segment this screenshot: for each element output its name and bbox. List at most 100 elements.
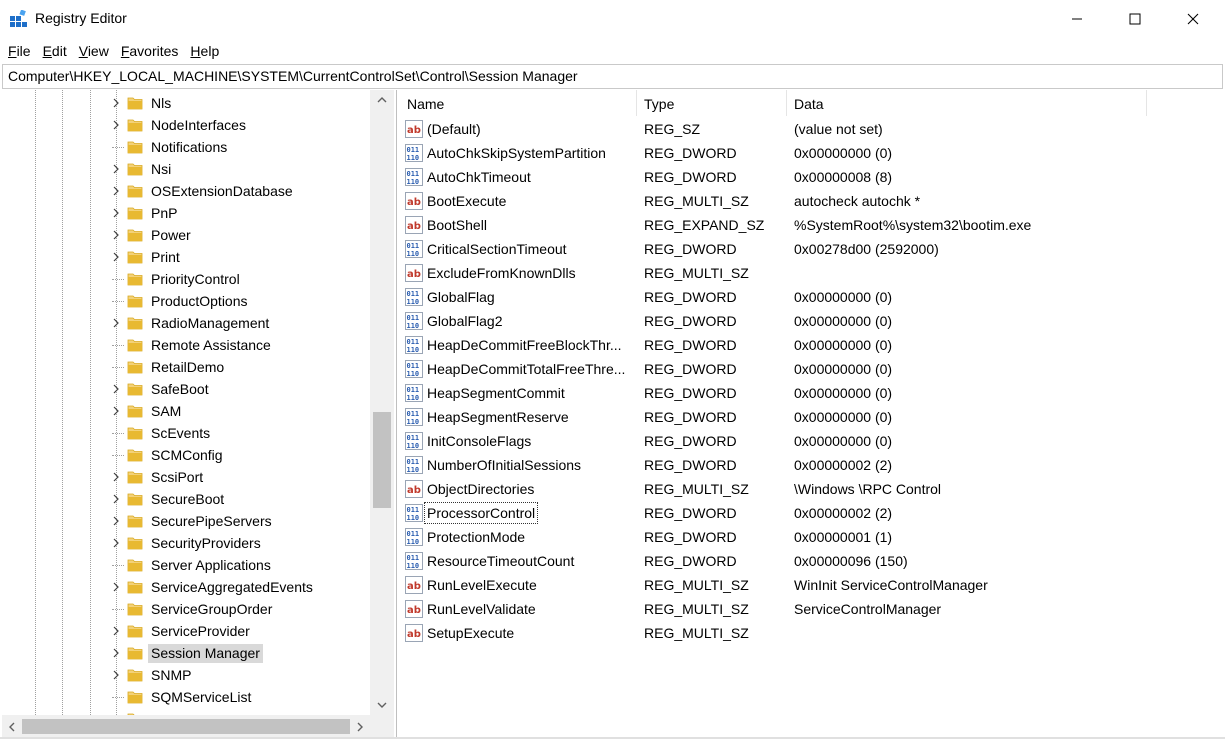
- tree-item[interactable]: ServiceGroupOrder: [2, 598, 370, 620]
- value-row[interactable]: ab (Default) REG_SZ (value not set): [400, 117, 1223, 141]
- maximize-button[interactable]: [1106, 0, 1164, 38]
- tree-item[interactable]: SecurePipeServers: [2, 510, 370, 532]
- tree-item[interactable]: ServiceAggregatedEvents: [2, 576, 370, 598]
- value-row[interactable]: 011 110 GlobalFlag REG_DWORD 0x00000000 (0): [400, 285, 1223, 309]
- expand-chevron-icon[interactable]: [110, 515, 122, 527]
- value-row[interactable]: 011 110 HeapSegmentCommit REG_DWORD 0x000000…: [400, 381, 1223, 405]
- expand-chevron-icon[interactable]: [110, 317, 122, 329]
- tree-item[interactable]: SQMServiceList: [2, 686, 370, 708]
- values-list-pane[interactable]: Name Type Data ab (Default) REG_SZ (value n…: [400, 90, 1223, 738]
- tree-vertical-scrollbar[interactable]: [370, 90, 394, 715]
- tree-item[interactable]: NodeInterfaces: [2, 114, 370, 136]
- value-row[interactable]: 011 110 AutoChkSkipSystemPartition REG_DWOR…: [400, 141, 1223, 165]
- expand-chevron-icon[interactable]: [110, 119, 122, 131]
- tree-item[interactable]: Nls: [2, 92, 370, 114]
- svg-text:ab: ab: [407, 485, 421, 496]
- value-row[interactable]: ab ExcludeFromKnownDlls REG_MULTI_SZ: [400, 261, 1223, 285]
- value-row[interactable]: 011 110 ProcessorControl REG_DWORD 0x0000000…: [400, 501, 1223, 525]
- tree-item[interactable]: Print: [2, 246, 370, 268]
- tree-item-partial[interactable]: [2, 708, 370, 715]
- tree-item[interactable]: OSExtensionDatabase: [2, 180, 370, 202]
- value-row[interactable]: 011 110 AutoChkTimeout REG_DWORD 0x00000008 …: [400, 165, 1223, 189]
- minimize-button[interactable]: [1048, 0, 1106, 38]
- value-data: 0x00000001 (1): [794, 529, 893, 545]
- expand-chevron-icon[interactable]: [110, 471, 122, 483]
- tree-item[interactable]: RadioManagement: [2, 312, 370, 334]
- value-row[interactable]: ab ObjectDirectories REG_MULTI_SZ \Windows …: [400, 477, 1223, 501]
- tree-item[interactable]: Server Applications: [2, 554, 370, 576]
- tree-item[interactable]: ServiceProvider: [2, 620, 370, 642]
- expand-chevron-icon[interactable]: [110, 163, 122, 175]
- value-row[interactable]: 011 110 HeapDeCommitFreeBlockThr... REG_DWO…: [400, 333, 1223, 357]
- key-tree-pane[interactable]: Nls NodeInterfaces Notifications Nsi OSExten…: [2, 90, 397, 738]
- value-row[interactable]: 011 110 ResourceTimeoutCount REG_DWORD 0x000…: [400, 549, 1223, 573]
- menu-favorites[interactable]: Favorites: [115, 38, 185, 64]
- tree-item[interactable]: Remote Assistance: [2, 334, 370, 356]
- expand-chevron-icon[interactable]: [110, 185, 122, 197]
- expand-chevron-icon[interactable]: [110, 405, 122, 417]
- scroll-up-arrow[interactable]: [370, 90, 394, 110]
- value-data: 0x00000000 (0): [794, 409, 893, 425]
- scroll-left-arrow[interactable]: [2, 715, 22, 738]
- column-header-data[interactable]: Data: [787, 90, 1147, 116]
- tree-item[interactable]: SecurityProviders: [2, 532, 370, 554]
- column-header-type[interactable]: Type: [637, 90, 787, 116]
- expand-chevron-icon[interactable]: [110, 493, 122, 505]
- tree-item[interactable]: Power: [2, 224, 370, 246]
- expand-chevron-icon[interactable]: [110, 229, 122, 241]
- tree-item[interactable]: Notifications: [2, 136, 370, 158]
- tree-item[interactable]: PriorityControl: [2, 268, 370, 290]
- address-bar[interactable]: Computer\HKEY_LOCAL_MACHINE\SYSTEM\Curre…: [2, 64, 1223, 89]
- tree-item[interactable]: PnP: [2, 202, 370, 224]
- value-row[interactable]: 011 110 NumberOfInitialSessions REG_DWORD 0x…: [400, 453, 1223, 477]
- horizontal-scroll-thumb[interactable]: [22, 719, 350, 734]
- expand-chevron-icon[interactable]: [110, 207, 122, 219]
- expand-chevron-icon[interactable]: [110, 383, 122, 395]
- value-row[interactable]: ab BootExecute REG_MULTI_SZ autocheck autoc…: [400, 189, 1223, 213]
- expand-chevron-icon[interactable]: [110, 97, 122, 109]
- menu-view[interactable]: View: [73, 38, 115, 64]
- tree-item[interactable]: ScsiPort: [2, 466, 370, 488]
- tree-item[interactable]: RetailDemo: [2, 356, 370, 378]
- value-row[interactable]: ab SetupExecute REG_MULTI_SZ: [400, 621, 1223, 645]
- value-row[interactable]: 011 110 ProtectionMode REG_DWORD 0x00000001 …: [400, 525, 1223, 549]
- column-header-name[interactable]: Name: [400, 90, 637, 116]
- vertical-scroll-thumb[interactable]: [373, 412, 391, 508]
- expand-chevron-icon[interactable]: [110, 537, 122, 549]
- tree-horizontal-scrollbar[interactable]: [2, 715, 370, 738]
- tree-item[interactable]: Nsi: [2, 158, 370, 180]
- scroll-right-arrow[interactable]: [350, 715, 370, 738]
- tree-item[interactable]: ScEvents: [2, 422, 370, 444]
- value-row[interactable]: ab RunLevelExecute REG_MULTI_SZ WinInit Ser…: [400, 573, 1223, 597]
- tree-item[interactable]: SecureBoot: [2, 488, 370, 510]
- value-row[interactable]: 011 110 InitConsoleFlags REG_DWORD 0x0000000…: [400, 429, 1223, 453]
- value-row[interactable]: ab RunLevelValidate REG_MULTI_SZ ServiceCon…: [400, 597, 1223, 621]
- expand-chevron-icon[interactable]: [110, 647, 122, 659]
- menu-file[interactable]: File: [2, 38, 37, 64]
- tree-item[interactable]: Session Manager: [2, 642, 370, 664]
- value-row[interactable]: ab BootShell REG_EXPAND_SZ %SystemRoot%\sys…: [400, 213, 1223, 237]
- expand-chevron-icon[interactable]: [110, 669, 122, 681]
- binary-value-icon: 011110: [405, 552, 423, 570]
- svg-text:ab: ab: [407, 629, 421, 640]
- close-button[interactable]: [1164, 0, 1222, 38]
- value-row[interactable]: 011 110 CriticalSectionTimeout REG_DWORD 0x0…: [400, 237, 1223, 261]
- value-row[interactable]: 011 110 HeapDeCommitTotalFreeThre... REG_DW…: [400, 357, 1223, 381]
- value-row[interactable]: 011 110 HeapSegmentReserve REG_DWORD 0x00000…: [400, 405, 1223, 429]
- tree-item[interactable]: SCMConfig: [2, 444, 370, 466]
- svg-text:110: 110: [407, 514, 420, 522]
- menu-help[interactable]: Help: [184, 38, 225, 64]
- tree-item[interactable]: ProductOptions: [2, 290, 370, 312]
- tree-item[interactable]: SNMP: [2, 664, 370, 686]
- expand-chevron-icon[interactable]: [110, 251, 122, 263]
- tree-item[interactable]: SAM: [2, 400, 370, 422]
- folder-icon: [127, 405, 143, 418]
- binary-value-icon: 011110: [405, 360, 423, 378]
- tree-item[interactable]: SafeBoot: [2, 378, 370, 400]
- scroll-down-arrow[interactable]: [370, 695, 394, 715]
- value-row[interactable]: 011 110 GlobalFlag2 REG_DWORD 0x00000000 (0): [400, 309, 1223, 333]
- folder-icon: [127, 669, 143, 682]
- expand-chevron-icon[interactable]: [110, 625, 122, 637]
- expand-chevron-icon[interactable]: [110, 581, 122, 593]
- menu-edit[interactable]: Edit: [37, 38, 73, 64]
